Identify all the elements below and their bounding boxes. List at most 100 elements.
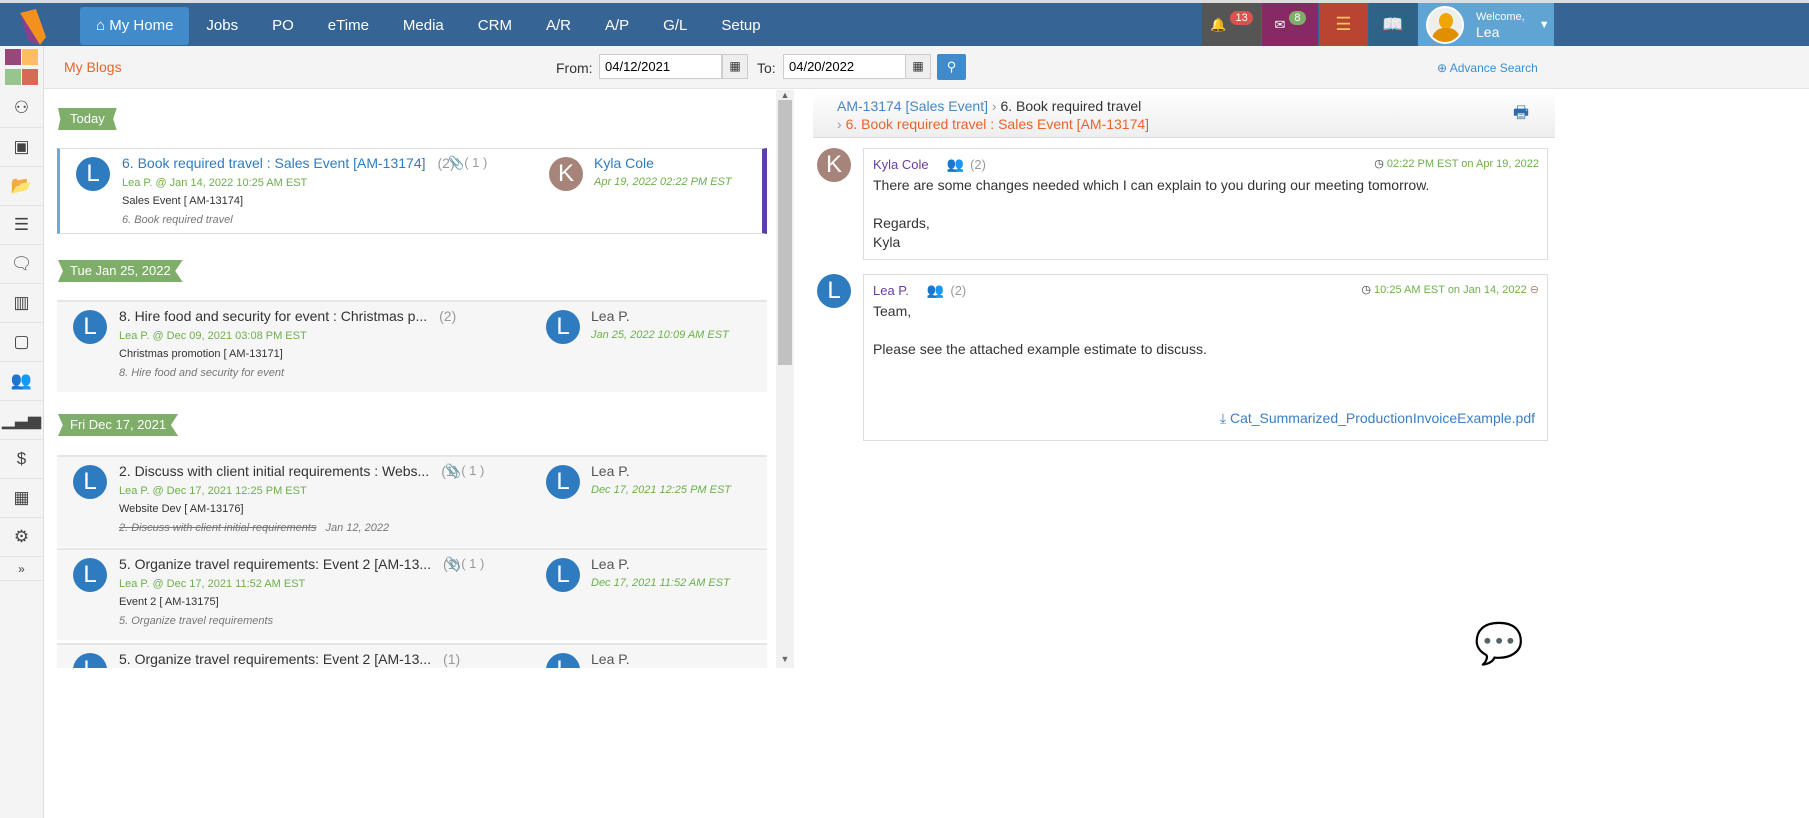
project-label[interactable]: Christmas promotion [ AM-13171] [119, 348, 283, 360]
org-chart-icon[interactable]: ⚇ [0, 89, 43, 128]
reply-date: Dec 17, 2021 11:52 AM EST [591, 577, 730, 589]
messages-badge: 8 [1289, 10, 1306, 25]
list-scrollbar[interactable]: ▲ ▼ [776, 90, 794, 668]
date-ribbon: Fri Dec 17, 2021 [58, 414, 179, 436]
map-icon[interactable]: ▥ [0, 284, 43, 323]
folder-open-icon[interactable]: 📂 [0, 167, 43, 206]
blog-item[interactable]: L 8. Hire food and security for event : … [57, 300, 767, 392]
blog-title[interactable]: 5. Organize travel requirements: Event 2… [119, 556, 431, 572]
coins-button[interactable]: ☰ [1319, 3, 1368, 46]
money-icon[interactable]: $ [0, 440, 43, 479]
blog-title[interactable]: 5. Organize travel requirements: Event 2… [119, 651, 431, 667]
users-icon[interactable]: 👥 [927, 281, 944, 300]
author-avatar: L [76, 157, 110, 191]
nav-setup[interactable]: Setup [704, 7, 777, 45]
to-calendar-icon[interactable]: ▦ [905, 54, 931, 79]
crumb-task[interactable]: 6. Book required travel [1000, 98, 1141, 114]
nav-crm[interactable]: CRM [461, 7, 529, 45]
message-line [873, 378, 1538, 397]
message-line [873, 195, 1538, 214]
attachment-link[interactable]: ⤓ Cat_Summarized_ProductionInvoiceExampl… [1220, 409, 1535, 428]
message-line [873, 359, 1538, 378]
crumb-project[interactable]: AM-13174 [Sales Event] [837, 98, 988, 114]
search-button[interactable]: ⚲ [937, 54, 966, 80]
from-calendar-icon[interactable]: ▦ [722, 54, 748, 79]
project-label[interactable]: Sales Event [ AM-13174] [122, 195, 243, 207]
blog-item[interactable]: L 2. Discuss with client initial require… [57, 455, 767, 547]
nav-po[interactable]: PO [255, 7, 311, 45]
comment-count: (1) [443, 651, 461, 667]
project-label[interactable]: Website Dev [ AM-13176] [119, 503, 244, 515]
chat-icon[interactable]: 💬 [1474, 620, 1524, 666]
calendar-grid-icon[interactable]: ▦ [0, 479, 43, 518]
paperclip-icon: 📎 [445, 556, 462, 571]
date-ribbon: Today [58, 108, 117, 130]
project-label[interactable]: Event 2 [ AM-13175] [119, 596, 219, 608]
advance-search-link[interactable]: ⊕ Advance Search [1437, 61, 1538, 75]
to-date-input[interactable] [783, 54, 906, 79]
paperclip-icon: 📎 [448, 155, 465, 170]
message-card: Lea P. 👥 (2) ◷ 10:25 AM EST on Jan 14, 202… [863, 274, 1548, 441]
advance-search-label: Advance Search [1449, 61, 1538, 75]
reply-date: Apr 19, 2022 02:22 PM EST [594, 176, 732, 188]
comments-icon[interactable]: 🗨 [0, 245, 43, 284]
blog-item[interactable]: L 5. Organize travel requirements: Event… [57, 643, 767, 668]
attachment-count[interactable]: 📎( 1 ) [445, 556, 484, 572]
blog-list: Today L 6. Book required travel : Sales E… [55, 90, 770, 668]
replier-name: Lea P. [591, 556, 630, 572]
minus-circle-icon[interactable]: ⊖ [1530, 284, 1539, 296]
replier-avatar: L [546, 310, 580, 344]
message-line: Team, [873, 303, 912, 319]
app-logo[interactable] [14, 9, 50, 45]
replier-name: Lea P. [591, 463, 630, 479]
task-label: 5. Organize travel requirements [119, 615, 274, 627]
attachment-count-label: ( 1 ) [461, 556, 485, 571]
nav-myhome[interactable]: ⌂ My Home [80, 7, 190, 45]
server-icon[interactable]: ☰ [0, 206, 43, 245]
blog-item[interactable]: L 5. Organize travel requirements: Event… [57, 548, 767, 640]
crumb-current: 6. Book required travel : Sales Event [A… [845, 116, 1150, 132]
book-button[interactable]: 📖 [1369, 3, 1417, 46]
attachment-count[interactable]: 📎( 1 ) [445, 463, 484, 479]
replier-avatar: L [546, 465, 580, 499]
author-avatar: L [73, 310, 107, 344]
message-author: Kyla Cole [873, 157, 929, 172]
recipient-count: (2) [970, 157, 986, 172]
blog-title[interactable]: 6. Book required travel : Sales Event [A… [122, 155, 426, 171]
nav-jobs[interactable]: Jobs [189, 7, 255, 45]
users-icon[interactable]: 👥 [947, 155, 964, 174]
task-label: 8. Hire food and security for event [119, 367, 285, 379]
image-icon[interactable]: ▣ [0, 128, 43, 167]
scrollbar-thumb[interactable] [778, 100, 792, 365]
expand-icon[interactable]: » [0, 557, 43, 581]
sidebar: ⚇ ▣ 📂 ☰ 🗨 ▥ ▢ 👥 ▁▃▅ $ ▦ ⚙» [0, 46, 44, 818]
signal-icon[interactable]: ▁▃▅ [0, 401, 43, 440]
nav-ar[interactable]: A/R [529, 7, 588, 45]
message-avatar: L [817, 274, 851, 308]
attachment-count-label: ( 1 ) [464, 155, 488, 170]
notifications-button[interactable]: 🔔 13 [1202, 3, 1261, 46]
message-author: Lea P. [873, 283, 909, 298]
cogs-icon[interactable]: ⚙ [0, 518, 43, 557]
user-menu[interactable]: Welcome, Lea ▼ [1418, 3, 1554, 46]
main-nav: ⌂ My Home Jobs PO eTime Media CRM A/R A/P G/L Set… [80, 7, 778, 45]
message-time: 10:25 AM EST on Jan 14, 2022 [1374, 284, 1527, 296]
author-date: Lea P. @ Dec 17, 2021 11:52 AM EST [119, 578, 306, 590]
reply-date: Dec 17, 2021 12:25 PM EST [591, 484, 732, 496]
task-label: 2. Discuss with client initial requireme… [119, 522, 317, 534]
nav-ap[interactable]: A/P [588, 7, 646, 45]
from-date-input[interactable] [599, 54, 722, 79]
blog-title[interactable]: 8. Hire food and security for event : Ch… [119, 308, 427, 324]
apps-grid-icon[interactable] [5, 49, 39, 87]
nav-gl[interactable]: G/L [646, 7, 704, 45]
nav-etime[interactable]: eTime [311, 7, 386, 45]
author-avatar: L [73, 653, 107, 668]
calendar-icon[interactable]: ▢ [0, 323, 43, 362]
messages-button[interactable]: ✉ 8 [1262, 3, 1318, 46]
attachment-count[interactable]: 📎( 1 ) [448, 155, 487, 171]
blog-item[interactable]: L 6. Book required travel : Sales Event … [57, 148, 767, 234]
print-icon[interactable]: 🖶 [1513, 100, 1529, 129]
users-icon[interactable]: 👥 [0, 362, 43, 401]
blog-title[interactable]: 2. Discuss with client initial requireme… [119, 463, 429, 479]
nav-media[interactable]: Media [386, 7, 461, 45]
